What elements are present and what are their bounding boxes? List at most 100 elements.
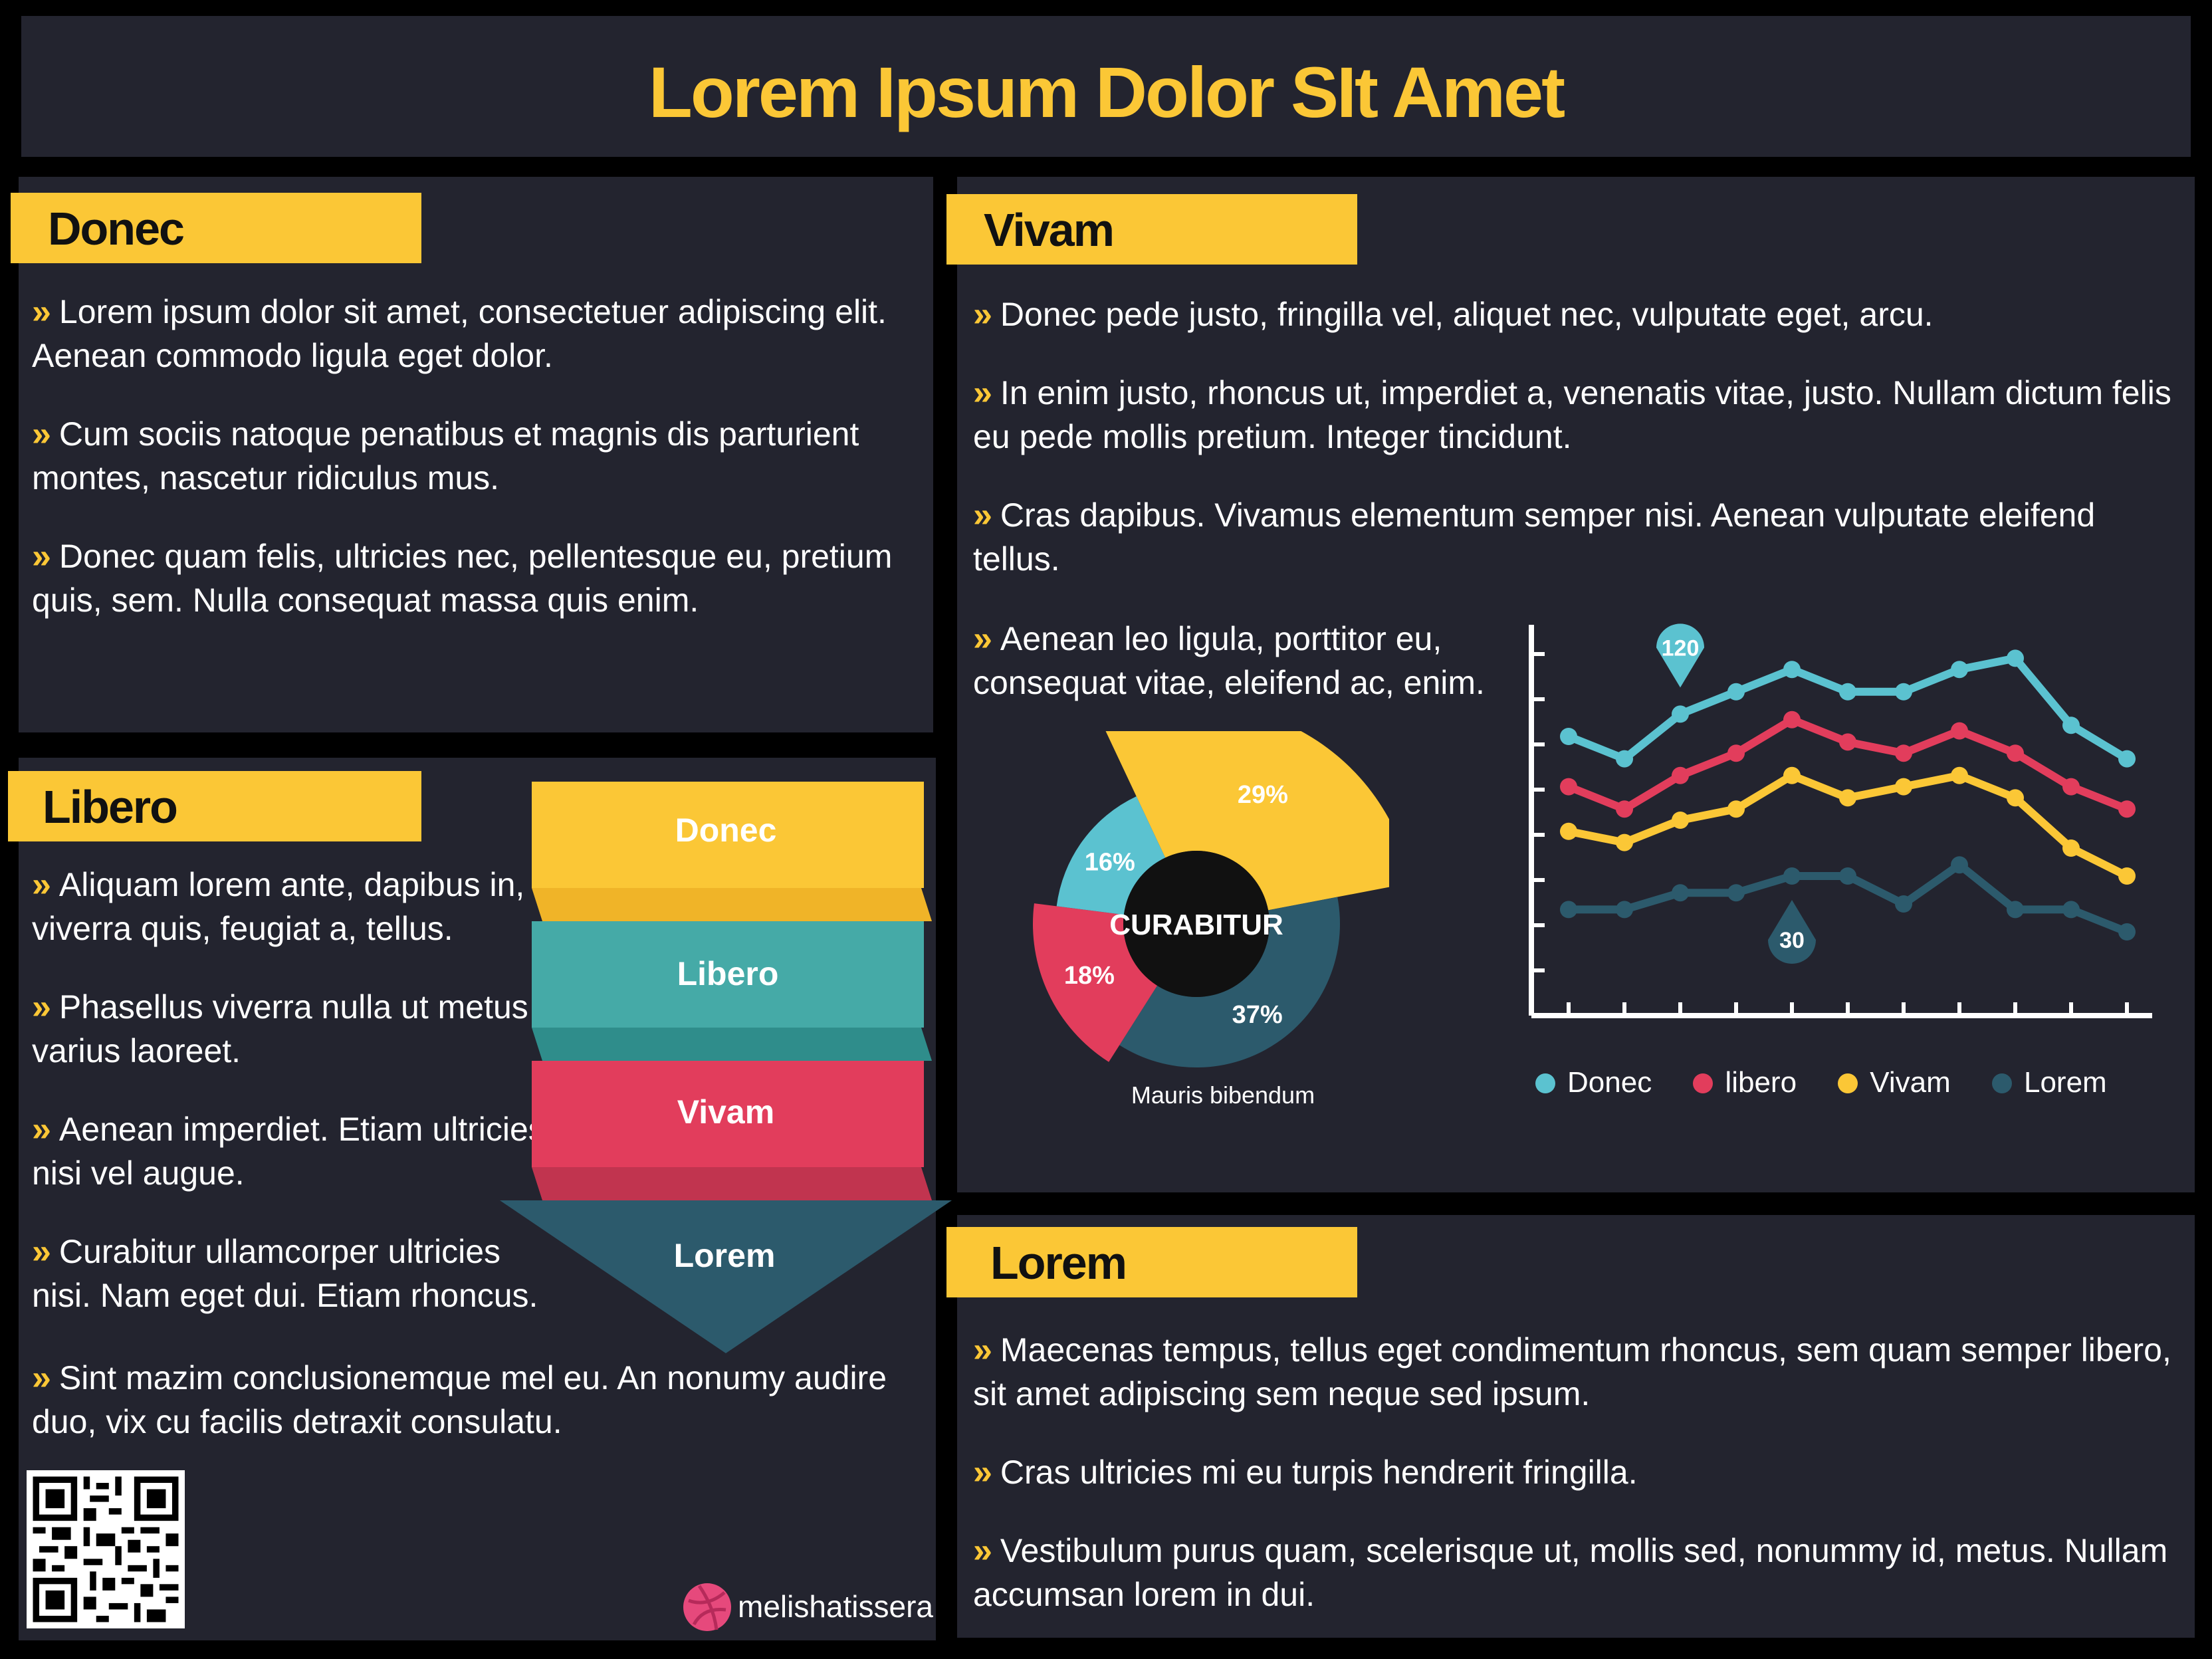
libero-tag: Libero <box>8 771 421 841</box>
vivam-tag: Vivam <box>946 194 1357 265</box>
list-item: » Aenean imperdiet. Etiam ultricies nisi … <box>32 1110 545 1192</box>
data-point <box>1895 895 1912 913</box>
list-item: » Vestibulum purus quam, scelerisque ut, … <box>973 1531 2168 1613</box>
pie-slice-label: 18% <box>1064 962 1115 990</box>
list-item: » Maecenas tempus, tellus eget condimentu… <box>973 1331 2171 1412</box>
data-point <box>1839 789 1856 807</box>
chevron-right-icon: » <box>32 1359 51 1397</box>
donut-center-label: CURABITUR <box>1109 909 1283 941</box>
data-point <box>1951 722 1968 740</box>
data-point <box>1783 661 1801 679</box>
data-point <box>1783 766 1801 784</box>
dribbble-icon <box>683 1583 731 1631</box>
data-point <box>1839 867 1856 885</box>
chevron-right-icon: » <box>973 1331 992 1369</box>
data-point <box>1839 683 1856 701</box>
data-point <box>1727 884 1745 902</box>
pie-slice-label: 37% <box>1232 1001 1283 1029</box>
pie-slice-label: 29% <box>1238 781 1288 809</box>
legend-item: Lorem <box>1991 1066 2107 1099</box>
chevron-right-icon: » <box>32 1232 51 1271</box>
list-item: » Aenean leo ligula, porttitor eu, conseq… <box>973 619 1485 701</box>
pie-slice-label: 16% <box>1085 848 1135 876</box>
donec-bullets: » Lorem ipsum dolor sit amet, consectetue… <box>32 290 923 657</box>
list-item: » Cras ultricies mi eu turpis hendrerit f… <box>973 1453 1638 1492</box>
data-point <box>1616 750 1633 768</box>
qr-code <box>27 1470 185 1628</box>
page-title: Lorem Ipsum Dolor SIt Amet <box>648 52 1565 132</box>
data-point <box>2118 867 2136 885</box>
legend-item: Donec <box>1535 1066 1652 1099</box>
data-point <box>1895 778 1912 796</box>
lorem-tag: Lorem <box>946 1227 1357 1297</box>
chevron-right-icon: » <box>32 537 51 576</box>
vivam-bullet-narrow: » Aenean leo ligula, porttitor eu, conseq… <box>973 617 1518 739</box>
data-point <box>1727 744 1745 762</box>
libero-bullets: » Aliquam lorem ante, dapibus in, viverra… <box>32 863 564 1352</box>
data-point <box>1672 812 1689 829</box>
data-point <box>1560 728 1577 745</box>
legend-swatch <box>1693 1073 1714 1093</box>
lorem-bullets: » Maecenas tempus, tellus eget condimentu… <box>973 1328 2183 1651</box>
chevron-right-icon: » <box>32 988 51 1026</box>
data-point <box>2007 649 2024 667</box>
data-point <box>1783 867 1801 885</box>
data-point <box>1951 856 1968 874</box>
chevron-right-icon: » <box>32 1110 51 1149</box>
annotation-label: 120 <box>1662 635 1700 661</box>
ribbon-label: Donec <box>675 812 777 849</box>
donut-caption: Mauris bibendum <box>1131 1081 1315 1109</box>
data-point <box>1672 705 1689 723</box>
data-point <box>1560 778 1577 796</box>
data-point <box>1727 683 1745 701</box>
list-item: » Cum sociis natoque penatibus et magnis … <box>32 415 859 497</box>
data-point <box>1616 833 1633 851</box>
header-panel: Lorem Ipsum Dolor SIt Amet <box>21 16 2191 157</box>
chevron-right-icon: » <box>32 292 51 331</box>
data-point <box>2062 778 2080 796</box>
data-point <box>1895 744 1912 762</box>
data-point <box>1727 800 1745 818</box>
list-item: » Lorem ipsum dolor sit amet, consectetue… <box>32 292 887 374</box>
data-point <box>2062 901 2080 919</box>
data-point <box>2118 750 2136 768</box>
data-point <box>1672 884 1689 902</box>
libero-tag-label: Libero <box>43 781 178 833</box>
list-item: » In enim justo, rhoncus ut, imperdiet a,… <box>973 374 2171 455</box>
vivam-bullets: » Donec pede justo, fringilla vel, alique… <box>973 292 2183 615</box>
donec-tag-label: Donec <box>48 203 185 255</box>
data-point <box>1616 901 1633 919</box>
data-point <box>2007 901 2024 919</box>
list-item: » Donec quam felis, ultricies nec, pellen… <box>32 537 893 619</box>
legend-item: Vivam <box>1838 1066 1951 1099</box>
libero-bullet-wide: » Sint mazim conclusionemque mel eu. An n… <box>32 1356 923 1478</box>
credit-text: melishatissera <box>738 1589 933 1624</box>
list-item: » Phasellus viverra nulla ut metus varius… <box>32 988 528 1069</box>
chevron-right-icon: » <box>973 619 992 658</box>
data-point <box>1783 711 1801 728</box>
line-chart: 120 30 <box>1529 623 2152 1018</box>
list-item: » Donec pede justo, fringilla vel, alique… <box>973 295 1934 334</box>
data-point <box>2118 800 2136 818</box>
chevron-right-icon: » <box>32 865 51 904</box>
data-point <box>1616 800 1633 818</box>
data-point <box>1951 766 1968 784</box>
vivam-tag-label: Vivam <box>984 204 1115 256</box>
data-point <box>2007 789 2024 807</box>
data-point <box>1895 683 1912 701</box>
ribbon-label: Lorem <box>674 1237 776 1274</box>
chevron-right-icon: » <box>973 295 992 334</box>
list-item: » Curabitur ullamcorper ultricies nisi. N… <box>32 1232 538 1314</box>
lorem-tag-label: Lorem <box>990 1237 1127 1289</box>
ribbon-label: Vivam <box>677 1093 774 1131</box>
ribbon-graphic: Donec Libero Vivam Lorem <box>500 782 952 1353</box>
legend-swatch <box>1838 1073 1858 1093</box>
chevron-right-icon: » <box>32 415 51 453</box>
chevron-right-icon: » <box>973 374 992 412</box>
legend-swatch <box>1991 1073 2012 1093</box>
chevron-right-icon: » <box>973 496 992 534</box>
donec-tag: Donec <box>11 193 421 263</box>
legend-swatch <box>1535 1073 1555 1093</box>
data-point <box>1560 901 1577 919</box>
data-point <box>1560 822 1577 840</box>
